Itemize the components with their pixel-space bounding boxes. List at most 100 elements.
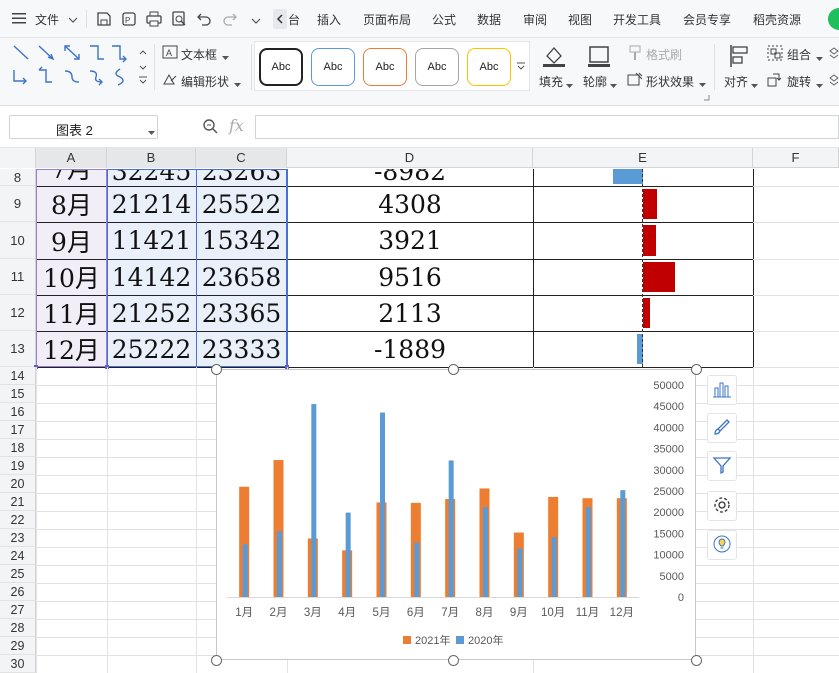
column-header-d[interactable]: D bbox=[287, 148, 533, 168]
textbox-button[interactable]: 文本框 bbox=[181, 46, 217, 63]
chart-style-button[interactable] bbox=[707, 413, 737, 443]
rotate-button[interactable]: 旋转 bbox=[787, 73, 811, 90]
row-header[interactable]: 29 bbox=[0, 637, 36, 655]
tab-partial[interactable]: 台 bbox=[288, 11, 300, 28]
row-header[interactable]: 30 bbox=[0, 655, 36, 673]
formula-input[interactable] bbox=[255, 115, 839, 139]
column-header-a[interactable]: A bbox=[36, 148, 107, 168]
undo-icon[interactable] bbox=[196, 11, 212, 30]
chevron-down-icon[interactable] bbox=[68, 13, 78, 27]
fill-button[interactable]: 填充 bbox=[539, 73, 563, 90]
tab-docer[interactable]: 稻壳资源 bbox=[753, 11, 801, 28]
align-button[interactable]: 对齐 bbox=[724, 73, 748, 90]
resize-handle[interactable] bbox=[448, 364, 459, 375]
chevron-down-icon[interactable] bbox=[610, 78, 617, 92]
resize-handle[interactable] bbox=[448, 655, 459, 666]
select-all-corner[interactable] bbox=[0, 148, 36, 168]
row-header[interactable]: 19 bbox=[0, 457, 36, 475]
row-header[interactable]: 13 bbox=[0, 331, 36, 367]
tab-view[interactable]: 视图 bbox=[568, 11, 592, 28]
table-cell-d[interactable]: 9516 bbox=[287, 259, 533, 295]
fill-icon[interactable] bbox=[541, 44, 567, 71]
chevron-down-icon[interactable] bbox=[234, 77, 241, 91]
hamburger-menu-icon[interactable] bbox=[12, 12, 26, 24]
export-icon[interactable]: P bbox=[121, 11, 137, 30]
table-cell-d[interactable]: 4308 bbox=[287, 186, 533, 222]
chevron-down-icon[interactable] bbox=[699, 77, 706, 91]
tab-insert[interactable]: 插入 bbox=[317, 11, 341, 28]
row-header[interactable]: 16 bbox=[0, 403, 36, 421]
chevron-down-icon[interactable] bbox=[222, 50, 229, 64]
resize-handle[interactable] bbox=[691, 364, 702, 375]
zoom-search-icon[interactable] bbox=[202, 118, 218, 137]
row-header[interactable]: 24 bbox=[0, 547, 36, 565]
edit-shape-button[interactable]: 编辑形状 bbox=[181, 73, 229, 90]
name-box[interactable]: 图表 2 bbox=[9, 115, 158, 139]
row-header[interactable]: 15 bbox=[0, 385, 36, 403]
row-header[interactable]: 10 bbox=[0, 222, 36, 259]
shape-style-black[interactable]: Abc bbox=[259, 48, 303, 86]
column-header-c[interactable]: C bbox=[196, 148, 287, 168]
row-header[interactable]: 11 bbox=[0, 259, 36, 295]
column-header-e[interactable]: E bbox=[533, 148, 753, 168]
chevron-down-icon[interactable] bbox=[816, 78, 823, 92]
column-header-f[interactable]: F bbox=[753, 148, 839, 168]
row-header[interactable]: 14 bbox=[0, 367, 36, 385]
align-icon[interactable] bbox=[729, 44, 751, 71]
chevron-down-icon[interactable] bbox=[816, 51, 823, 65]
outline-button[interactable]: 轮廓 bbox=[583, 73, 607, 90]
tab-formulas[interactable]: 公式 bbox=[432, 11, 456, 28]
tab-page-layout[interactable]: 页面布局 bbox=[363, 11, 411, 28]
chevron-down-icon[interactable] bbox=[566, 78, 573, 92]
tab-member[interactable]: 会员专享 bbox=[683, 11, 731, 28]
column-chart[interactable]: 0 5000 10000 15000 20000 25000 30000 35000 40000… bbox=[217, 370, 697, 661]
row-header[interactable]: 9 bbox=[0, 186, 36, 222]
layer-icon[interactable] bbox=[829, 45, 839, 64]
scroll-left-icon[interactable] bbox=[273, 9, 287, 29]
dialog-launcher-icon[interactable] bbox=[704, 90, 710, 104]
layer-icon[interactable] bbox=[829, 72, 839, 91]
shapes-scroll-down-icon[interactable] bbox=[139, 60, 147, 74]
chart-filter-button[interactable] bbox=[707, 451, 737, 481]
shape-effect-icon[interactable] bbox=[627, 72, 643, 90]
table-cell-d[interactable]: -1889 bbox=[287, 331, 533, 367]
shape-effect-button[interactable]: 形状效果 bbox=[646, 73, 694, 90]
resize-handle[interactable] bbox=[211, 364, 222, 375]
table-cell-d[interactable]: 3921 bbox=[287, 222, 533, 259]
row-header[interactable]: 18 bbox=[0, 439, 36, 457]
print-preview-icon[interactable] bbox=[171, 11, 187, 30]
shape-style-gray[interactable]: Abc bbox=[415, 48, 459, 86]
green-status-icon[interactable] bbox=[828, 8, 839, 30]
quick-access-dropdown-icon[interactable] bbox=[251, 14, 261, 28]
row-header[interactable]: 8 bbox=[0, 169, 36, 186]
resize-handle[interactable] bbox=[211, 655, 222, 666]
shapes-more-icon[interactable] bbox=[138, 74, 148, 88]
rotate-icon[interactable] bbox=[767, 72, 783, 90]
outline-icon[interactable] bbox=[586, 44, 612, 71]
table-cell-d[interactable]: 2113 bbox=[287, 295, 533, 331]
fx-icon[interactable]: fx bbox=[229, 116, 244, 135]
column-header-b[interactable]: B bbox=[107, 148, 196, 168]
edit-shape-icon[interactable] bbox=[162, 72, 178, 89]
row-header[interactable]: 20 bbox=[0, 475, 36, 493]
row-header[interactable]: 28 bbox=[0, 619, 36, 637]
tab-review[interactable]: 审阅 bbox=[523, 11, 547, 28]
chart-area[interactable]: 0 5000 10000 15000 20000 25000 30000 35000 40000… bbox=[216, 369, 696, 660]
save-icon[interactable] bbox=[96, 11, 112, 30]
tab-developer[interactable]: 开发工具 bbox=[613, 11, 661, 28]
shape-style-orange[interactable]: Abc bbox=[363, 48, 407, 86]
row-header[interactable]: 12 bbox=[0, 295, 36, 331]
file-menu[interactable]: 文件 bbox=[35, 11, 59, 28]
chevron-down-icon[interactable] bbox=[751, 78, 758, 92]
tab-data[interactable]: 数据 bbox=[477, 11, 501, 28]
format-brush-icon[interactable] bbox=[628, 45, 642, 64]
redo-icon[interactable] bbox=[222, 11, 238, 30]
textbox-icon[interactable]: A bbox=[162, 45, 178, 62]
row-header[interactable]: 26 bbox=[0, 583, 36, 601]
style-gallery-more-icon[interactable] bbox=[516, 60, 526, 74]
table-cell-d[interactable]: -8982 bbox=[287, 169, 533, 186]
chart-settings-button[interactable] bbox=[707, 491, 737, 521]
group-icon[interactable] bbox=[767, 45, 783, 64]
format-brush-button[interactable]: 格式刷 bbox=[646, 46, 682, 63]
chart-tips-button[interactable] bbox=[707, 530, 737, 560]
